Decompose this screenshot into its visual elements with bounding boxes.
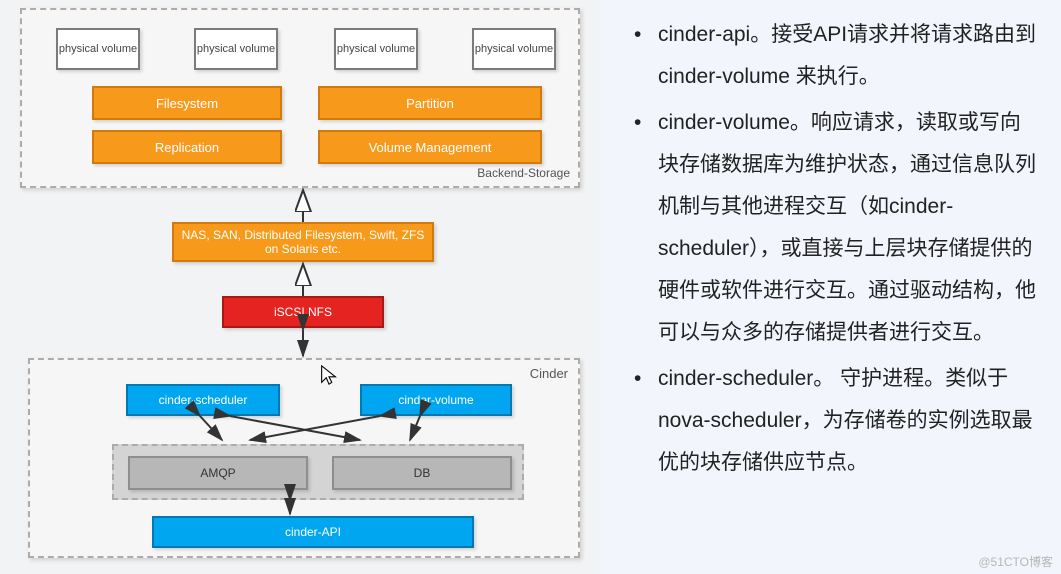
bullet-cinder-scheduler: cinder-scheduler。 守护进程。类似于nova-scheduler… <box>634 358 1037 484</box>
cinder-box: Cinder cinder-scheduler cinder-volume AM… <box>28 358 580 558</box>
architecture-diagram: Backend-Storage physical volume physical… <box>0 0 600 574</box>
physical-volume-3: physical volume <box>334 28 418 70</box>
watermark: @51CTO博客 <box>978 553 1053 570</box>
nas-san-box: NAS, SAN, Distributed Filesystem, Swift,… <box>172 222 434 262</box>
filesystem-box: Filesystem <box>92 86 282 120</box>
physical-volume-2: physical volume <box>194 28 278 70</box>
page-root: Backend-Storage physical volume physical… <box>0 0 1061 574</box>
backend-storage-box: Backend-Storage physical volume physical… <box>20 8 580 188</box>
amqp-db-group: AMQP DB <box>112 444 524 500</box>
cinder-api-box: cinder-API <box>152 516 474 548</box>
cinder-label: Cinder <box>530 366 568 381</box>
bullet-cinder-api: cinder-api。接受API请求并将请求路由到 cinder-volume … <box>634 14 1037 98</box>
backend-storage-label: Backend-Storage <box>477 166 570 180</box>
cinder-scheduler-box: cinder-scheduler <box>126 384 280 416</box>
partition-box: Partition <box>318 86 542 120</box>
bullet-cinder-volume: cinder-volume。响应请求，读取或写向块存储数据库为维护状态，通过信息… <box>634 102 1037 354</box>
volume-management-box: Volume Management <box>318 130 542 164</box>
description-panel: cinder-api。接受API请求并将请求路由到 cinder-volume … <box>600 0 1061 574</box>
cinder-volume-box: cinder-volume <box>360 384 512 416</box>
physical-volume-4: physical volume <box>472 28 556 70</box>
replication-box: Replication <box>92 130 282 164</box>
amqp-box: AMQP <box>128 456 308 490</box>
physical-volume-1: physical volume <box>56 28 140 70</box>
db-box: DB <box>332 456 512 490</box>
cursor-icon <box>318 364 340 386</box>
iscsi-nfs-box: iSCSI,NFS <box>222 296 384 328</box>
